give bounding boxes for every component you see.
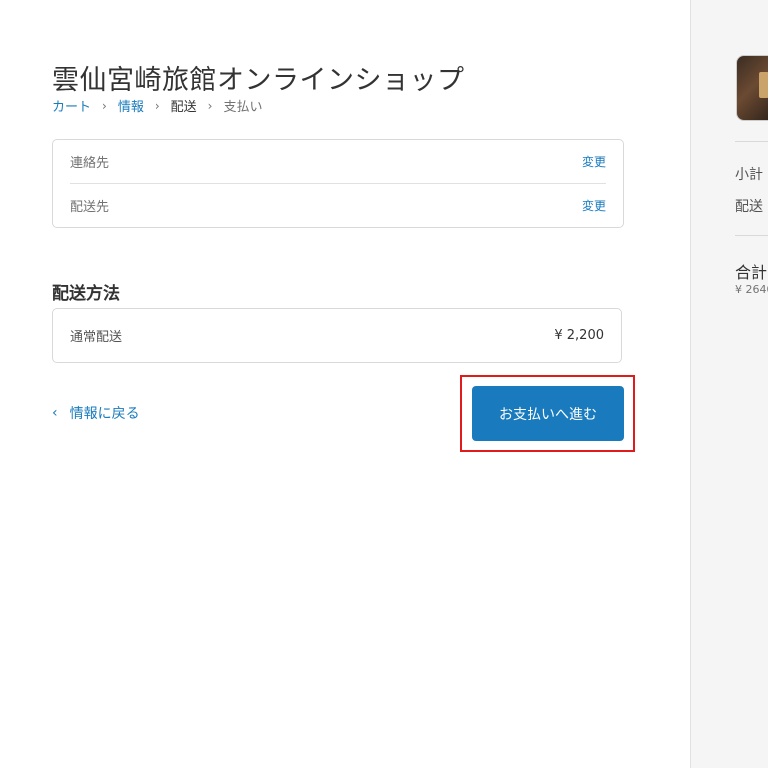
main-content: 雲仙宮崎旅館オンラインショップ カート › 情報 › 配送 › 支払い 連絡先 … bbox=[0, 0, 690, 768]
shipping-summary-label: 配送 bbox=[735, 199, 763, 215]
review-block: 連絡先 変更 配送先 変更 bbox=[52, 139, 624, 228]
continue-to-payment-button[interactable]: お支払いへ進む bbox=[472, 386, 624, 441]
breadcrumb-shipping: 配送 bbox=[170, 100, 197, 115]
page-title: 雲仙宮崎旅館オンラインショップ bbox=[52, 65, 465, 97]
subtotal-label: 小計 bbox=[735, 167, 763, 183]
total-label: 合計 bbox=[735, 263, 768, 282]
shipping-method-name: 通常配送 bbox=[70, 330, 123, 345]
divider bbox=[735, 141, 768, 142]
divider bbox=[735, 235, 768, 236]
return-link-label: 情報に戻る bbox=[69, 406, 140, 422]
chevron-right-icon: › bbox=[207, 98, 213, 113]
change-shipto-link[interactable]: 変更 bbox=[582, 197, 606, 214]
breadcrumb-payment: 支払い bbox=[223, 100, 263, 115]
shipping-method-option[interactable]: 通常配送 ¥ 2,200 bbox=[52, 308, 622, 363]
order-summary-sidebar: 小計 配送 合計 ¥ 2640 bbox=[690, 0, 768, 768]
breadcrumb-cart[interactable]: カート bbox=[52, 96, 91, 115]
shipping-method-heading: 配送方法 bbox=[52, 284, 120, 305]
chevron-left-icon: ‹ bbox=[52, 405, 58, 421]
review-row-shipto: 配送先 変更 bbox=[70, 184, 606, 227]
chevron-right-icon: › bbox=[154, 98, 160, 113]
total-value: ¥ 2640 bbox=[735, 283, 768, 296]
breadcrumb: カート › 情報 › 配送 › 支払い bbox=[52, 96, 263, 116]
breadcrumb-information[interactable]: 情報 bbox=[118, 96, 144, 115]
shipping-method-price: ¥ 2,200 bbox=[554, 328, 604, 343]
product-thumbnail bbox=[736, 55, 768, 121]
change-contact-link[interactable]: 変更 bbox=[582, 153, 606, 170]
return-to-information-link[interactable]: ‹ 情報に戻る bbox=[52, 403, 140, 423]
shipto-label: 配送先 bbox=[70, 200, 110, 215]
product-image-detail bbox=[759, 72, 768, 98]
contact-label: 連絡先 bbox=[70, 156, 110, 171]
chevron-right-icon: › bbox=[102, 98, 107, 113]
review-row-contact: 連絡先 変更 bbox=[70, 140, 606, 184]
